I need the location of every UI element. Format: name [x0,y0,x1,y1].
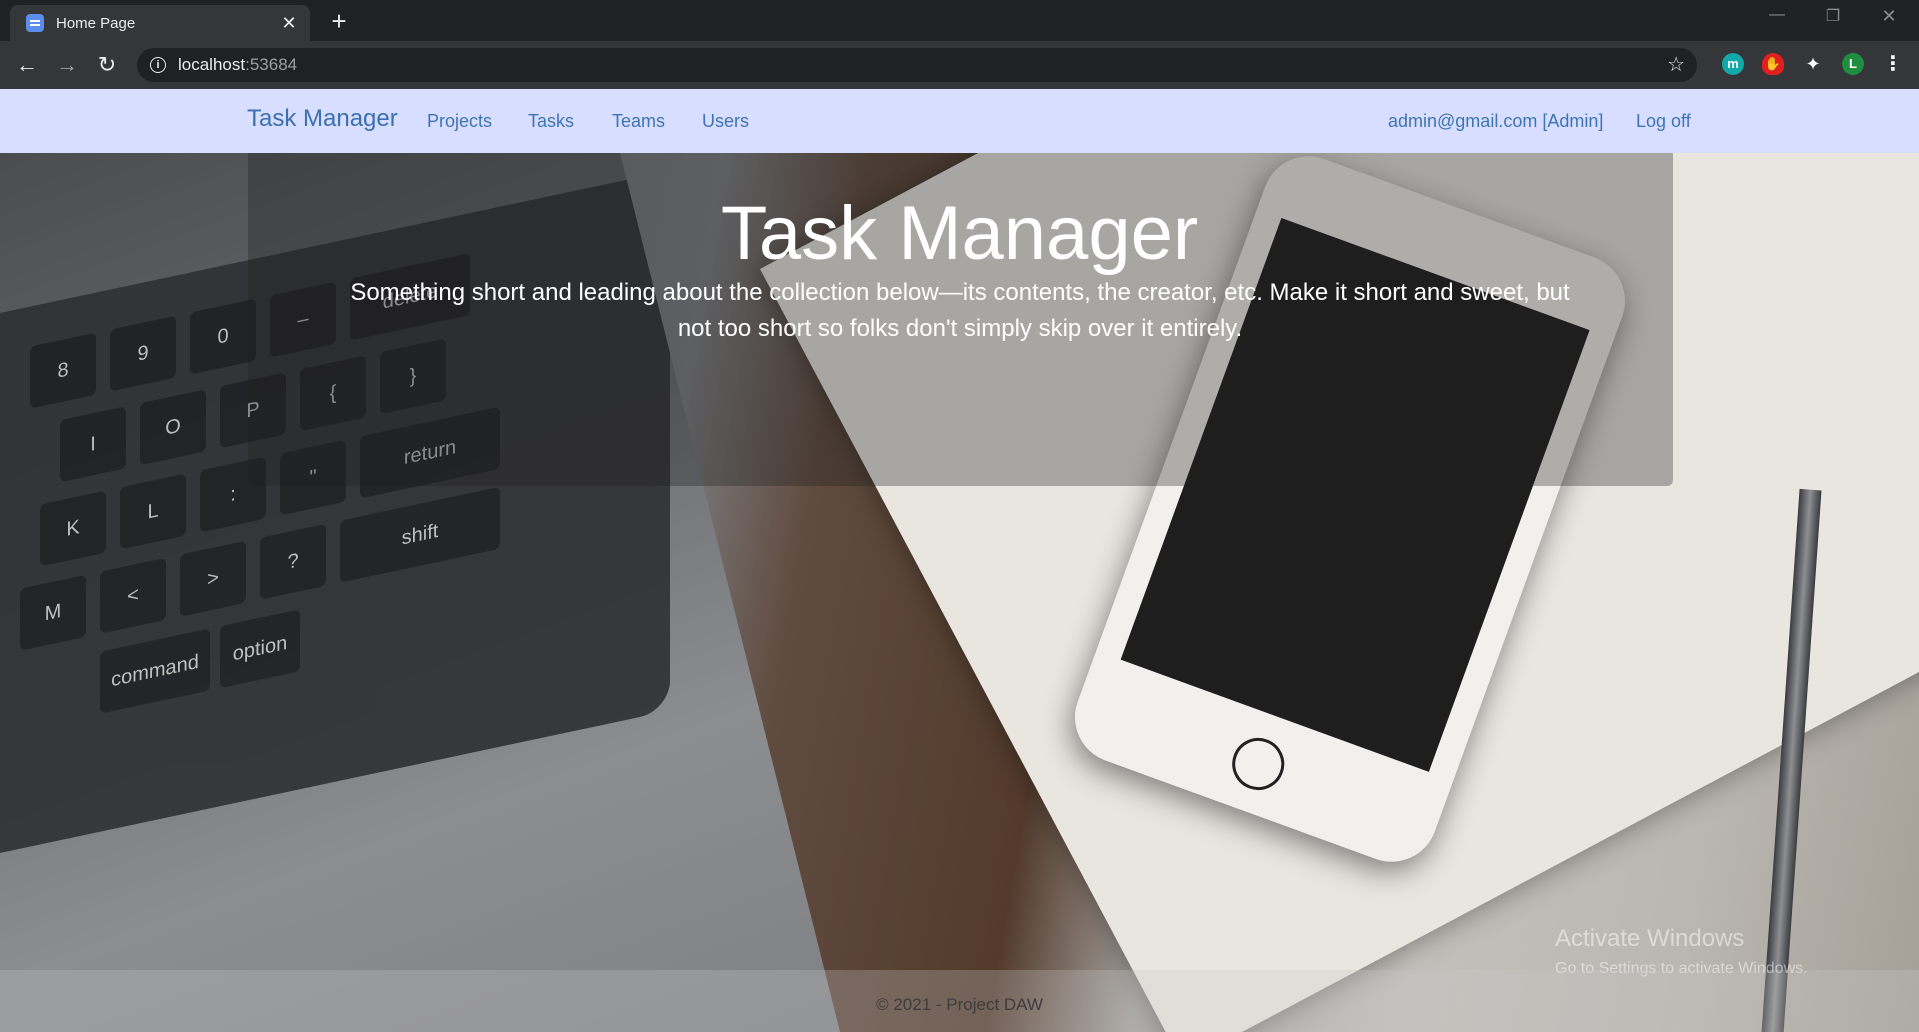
address-bar[interactable]: i localhost:53684 ☆ [137,48,1697,82]
footer-copyright: © 2021 - Project DAW [876,995,1043,1014]
browser-toolbar: ← → ↻ i localhost:53684 ☆ m ✋ ✦ L ⋮ [0,41,1919,89]
user-account-link[interactable]: admin@gmail.com [Admin] [1388,111,1603,132]
site-navbar: Task Manager Projects Tasks Teams Users … [0,89,1919,153]
extension-hand-icon[interactable]: ✋ [1762,53,1784,75]
nav-link-tasks[interactable]: Tasks [528,111,574,132]
browser-tabstrip: Home Page ✕ + — ❐ ✕ [0,0,1919,41]
page-favicon-icon [26,14,44,32]
profile-avatar[interactable]: L [1842,53,1864,75]
brand-link[interactable]: Task Manager [247,105,398,133]
close-window-icon[interactable]: ✕ [1869,6,1909,27]
new-tab-button[interactable]: + [325,6,353,36]
forward-icon[interactable]: → [51,49,83,81]
nav-link-users[interactable]: Users [702,111,749,132]
browser-tab[interactable]: Home Page ✕ [10,5,310,41]
nav-link-projects[interactable]: Projects [427,111,492,132]
web-page: 8 9 0 – delete I O P { } K L : " return … [0,89,1919,1032]
tab-title: Home Page [56,14,136,32]
browser-menu-icon[interactable]: ⋮ [1882,53,1904,75]
site-info-icon[interactable]: i [150,57,166,73]
extension-m-icon[interactable]: m [1722,53,1744,75]
restore-icon[interactable]: ❐ [1813,6,1853,26]
url-host: localhost [178,55,246,74]
url-port: :53684 [245,55,298,74]
minimize-icon[interactable]: — [1757,6,1797,24]
log-off-link[interactable]: Log off [1636,111,1691,132]
tab-close-icon[interactable]: ✕ [274,13,304,34]
bookmark-star-icon[interactable]: ☆ [1667,52,1685,77]
reload-icon[interactable]: ↻ [91,49,123,81]
extensions-puzzle-icon[interactable]: ✦ [1802,53,1824,75]
site-footer: © 2021 - Project DAW [0,970,1919,1032]
nav-link-teams[interactable]: Teams [612,111,665,132]
hero-title: Task Manager [720,191,1199,276]
activate-windows-title: Activate Windows [1555,925,1745,952]
back-icon[interactable]: ← [11,49,43,81]
hero-lead-text: Something short and leading about the co… [350,279,1570,342]
